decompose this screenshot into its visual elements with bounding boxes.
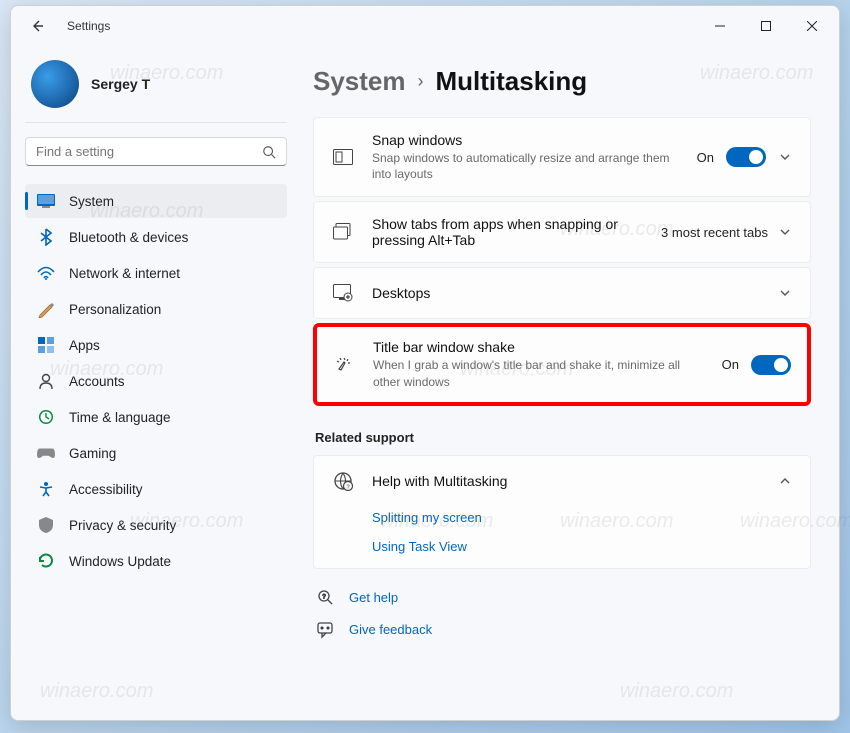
alt-tab-dropdown[interactable]: 3 most recent tabs xyxy=(661,225,792,240)
related-support-heading: Related support xyxy=(315,430,811,445)
chevron-down-icon xyxy=(778,286,792,300)
card-title: Show tabs from apps when snapping or pre… xyxy=(372,216,643,248)
help-icon: ? xyxy=(317,589,335,607)
alt-tab-card[interactable]: Show tabs from apps when snapping or pre… xyxy=(313,201,811,263)
sidebar-item-label: System xyxy=(69,194,114,209)
sidebar-item-bluetooth[interactable]: Bluetooth & devices xyxy=(25,220,287,254)
window-title: Settings xyxy=(67,19,110,33)
close-button[interactable] xyxy=(789,10,835,42)
svg-text:?: ? xyxy=(322,594,326,600)
help-header[interactable]: ? Help with Multitasking xyxy=(332,470,792,492)
sidebar-item-update[interactable]: Windows Update xyxy=(25,544,287,578)
card-desc: When I grab a window's title bar and sha… xyxy=(373,357,704,389)
feedback-icon xyxy=(317,621,335,639)
sidebar-item-accounts[interactable]: Accounts xyxy=(25,364,287,398)
help-link-splitting[interactable]: Splitting my screen xyxy=(372,510,792,525)
sidebar: Sergey T System Bluetooth & devices Netw… xyxy=(11,46,301,720)
help-title: Help with Multitasking xyxy=(372,473,760,489)
gaming-icon xyxy=(37,444,55,462)
time-icon xyxy=(37,408,55,426)
maximize-icon xyxy=(761,21,771,31)
nav: System Bluetooth & devices Network & int… xyxy=(25,184,287,578)
help-link-task-view[interactable]: Using Task View xyxy=(372,539,792,554)
snap-icon xyxy=(332,146,354,168)
apps-icon xyxy=(37,336,55,354)
sidebar-item-label: Bluetooth & devices xyxy=(69,230,188,245)
sidebar-item-network[interactable]: Network & internet xyxy=(25,256,287,290)
get-help-link[interactable]: ? Get help xyxy=(317,589,811,607)
minimize-button[interactable] xyxy=(697,10,743,42)
breadcrumb-parent[interactable]: System xyxy=(313,66,406,97)
snap-toggle[interactable] xyxy=(726,147,766,167)
chevron-right-icon: › xyxy=(418,71,424,92)
card-title: Desktops xyxy=(372,285,760,301)
settings-window: Settings Sergey T System Blue xyxy=(10,5,840,721)
personalization-icon xyxy=(37,300,55,318)
sidebar-item-personalization[interactable]: Personalization xyxy=(25,292,287,326)
profile[interactable]: Sergey T xyxy=(25,52,287,123)
sidebar-item-label: Time & language xyxy=(69,410,171,425)
sidebar-item-apps[interactable]: Apps xyxy=(25,328,287,362)
chevron-up-icon xyxy=(778,474,792,488)
accounts-icon xyxy=(37,372,55,390)
shake-toggle[interactable] xyxy=(751,355,791,375)
sidebar-item-time[interactable]: Time & language xyxy=(25,400,287,434)
update-icon xyxy=(37,552,55,570)
search-box[interactable] xyxy=(25,137,287,166)
sidebar-item-label: Gaming xyxy=(69,446,116,461)
search-input[interactable] xyxy=(36,144,262,159)
title-bar-shake-card[interactable]: Title bar window shake When I grab a win… xyxy=(313,323,811,405)
search-icon xyxy=(262,145,276,159)
sidebar-item-label: Network & internet xyxy=(69,266,180,281)
system-icon xyxy=(37,192,55,210)
back-button[interactable] xyxy=(21,10,53,42)
profile-name: Sergey T xyxy=(91,76,150,92)
shake-icon xyxy=(333,354,355,376)
card-title: Title bar window shake xyxy=(373,339,704,355)
desktops-card[interactable]: Desktops xyxy=(313,267,811,319)
chevron-down-icon xyxy=(778,225,792,239)
help-card: ? Help with Multitasking Splitting my sc… xyxy=(313,455,811,569)
sidebar-item-label: Apps xyxy=(69,338,100,353)
arrow-left-icon xyxy=(29,18,45,34)
accessibility-icon xyxy=(37,480,55,498)
privacy-icon xyxy=(37,516,55,534)
toggle-state: On xyxy=(722,357,739,372)
avatar xyxy=(31,60,79,108)
card-desc: Snap windows to automatically resize and… xyxy=(372,150,679,182)
get-help-label: Get help xyxy=(349,590,398,605)
give-feedback-link[interactable]: Give feedback xyxy=(317,621,811,639)
dropdown-value: 3 most recent tabs xyxy=(661,225,768,240)
sidebar-item-system[interactable]: System xyxy=(25,184,287,218)
network-icon xyxy=(37,264,55,282)
sidebar-item-label: Windows Update xyxy=(69,554,171,569)
title-bar: Settings xyxy=(11,6,839,46)
sidebar-item-label: Privacy & security xyxy=(69,518,176,533)
give-feedback-label: Give feedback xyxy=(349,622,432,637)
desktops-icon xyxy=(332,282,354,304)
sidebar-item-label: Personalization xyxy=(69,302,161,317)
breadcrumb-current: Multitasking xyxy=(436,66,588,97)
minimize-icon xyxy=(715,21,725,31)
breadcrumb: System › Multitasking xyxy=(313,66,811,97)
bluetooth-icon xyxy=(37,228,55,246)
maximize-button[interactable] xyxy=(743,10,789,42)
toggle-state: On xyxy=(697,150,714,165)
globe-help-icon: ? xyxy=(332,470,354,492)
sidebar-item-label: Accounts xyxy=(69,374,125,389)
sidebar-item-gaming[interactable]: Gaming xyxy=(25,436,287,470)
sidebar-item-privacy[interactable]: Privacy & security xyxy=(25,508,287,542)
close-icon xyxy=(807,21,817,31)
tabs-icon xyxy=(332,221,354,243)
card-title: Snap windows xyxy=(372,132,679,148)
sidebar-item-label: Accessibility xyxy=(69,482,143,497)
chevron-down-icon xyxy=(778,150,792,164)
sidebar-item-accessibility[interactable]: Accessibility xyxy=(25,472,287,506)
main-content: System › Multitasking Snap windows Snap … xyxy=(301,46,839,720)
snap-windows-card[interactable]: Snap windows Snap windows to automatical… xyxy=(313,117,811,197)
